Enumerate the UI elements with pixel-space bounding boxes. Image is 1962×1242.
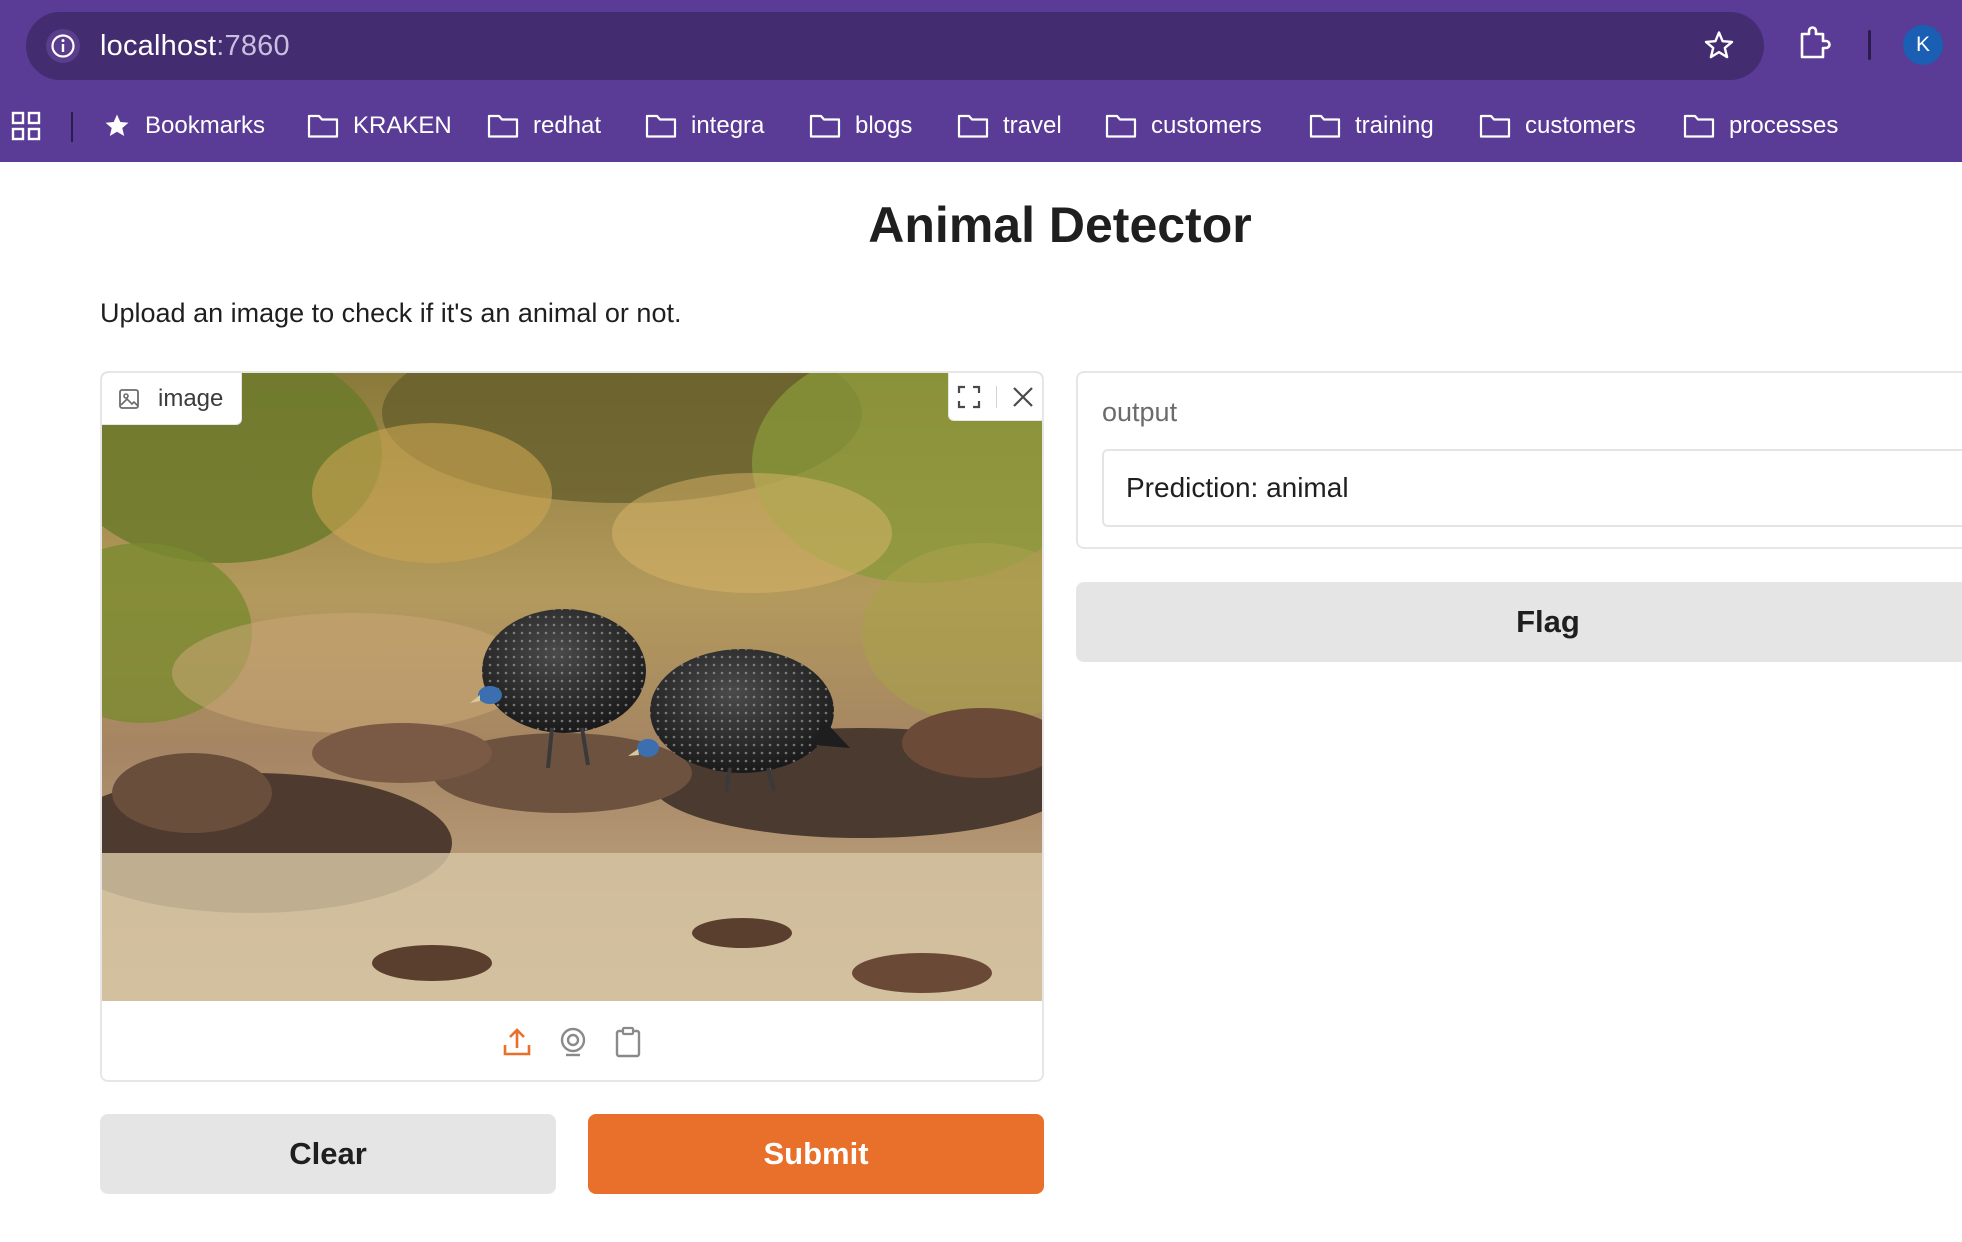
folder-icon [1309, 114, 1341, 138]
bookmark-folder-processes[interactable]: processes [1683, 100, 1838, 152]
folder-icon [809, 114, 841, 138]
bookmark-folder-travel[interactable]: travel [957, 100, 1062, 152]
url-port: :7860 [216, 30, 290, 62]
image-input-label: image [102, 373, 243, 425]
bookmark-folder-blogs[interactable]: blogs [809, 100, 912, 152]
bookmark-folder-kraken[interactable]: KRAKEN [307, 100, 452, 152]
bookmarks-bar: Bookmarks KRAKEN redhat integra blogs tr… [0, 100, 1962, 152]
page-description: Upload an image to check if it's an anim… [100, 298, 682, 328]
toolbar-divider [1868, 30, 1871, 60]
folder-icon [1683, 114, 1715, 138]
folder-icon [1479, 114, 1511, 138]
close-icon[interactable] [1011, 385, 1035, 409]
bookmark-bookmarks[interactable]: Bookmarks [103, 100, 265, 152]
bookmark-folder-training[interactable]: training [1309, 100, 1434, 152]
extensions-icon[interactable] [1796, 24, 1836, 64]
clear-button[interactable]: Clear [100, 1114, 556, 1194]
output-panel: output Prediction: animal [1076, 371, 1962, 549]
bookmark-folder-customers[interactable]: customers [1105, 100, 1262, 152]
bookmark-label: training [1355, 112, 1434, 139]
image-icon [119, 388, 139, 409]
toolbar-divider [996, 385, 997, 408]
bookmark-label: integra [691, 112, 765, 139]
bookmark-folder-integra[interactable]: integra [645, 100, 764, 152]
bookmark-label: processes [1729, 112, 1839, 139]
uploaded-image [102, 373, 1042, 1001]
bookmark-star-icon[interactable] [1702, 29, 1736, 63]
image-source-bar [102, 1001, 1042, 1080]
page-title: Animal Detector [868, 197, 1252, 253]
bookmark-label: customers [1525, 112, 1636, 139]
bookmark-label: Bookmarks [145, 112, 266, 139]
browser-chrome: localhost:7860 K Bookmarks KRAKEN redhat… [0, 0, 1962, 162]
folder-icon [1105, 114, 1137, 138]
image-input-panel: image [100, 371, 1044, 1082]
folder-icon [957, 114, 989, 138]
folder-icon [487, 114, 519, 138]
bookmarks-divider [71, 112, 73, 142]
flag-button[interactable]: Flag [1076, 582, 1962, 662]
address-bar[interactable]: localhost:7860 [26, 12, 1764, 80]
folder-icon [645, 114, 677, 138]
bookmark-label: customers [1151, 112, 1262, 139]
clipboard-icon[interactable] [614, 1026, 642, 1058]
upload-icon[interactable] [502, 1026, 532, 1058]
folder-icon [307, 114, 339, 138]
site-info-icon[interactable] [46, 29, 80, 63]
submit-button[interactable]: Submit [588, 1114, 1044, 1194]
bookmark-folder-customers-2[interactable]: customers [1479, 100, 1636, 152]
bookmark-label: blogs [855, 112, 913, 139]
fullscreen-icon[interactable] [956, 384, 982, 410]
image-toolbar [948, 373, 1042, 421]
output-label: output [1102, 397, 1178, 427]
star-icon [105, 114, 129, 136]
bookmark-label: travel [1003, 112, 1062, 139]
webcam-icon[interactable] [558, 1026, 588, 1058]
bookmark-label: KRAKEN [353, 112, 452, 139]
apps-grid-icon[interactable] [10, 110, 42, 142]
profile-avatar[interactable]: K [1903, 25, 1943, 65]
url-text[interactable]: localhost:7860 [100, 12, 290, 80]
bookmark-label: redhat [533, 112, 602, 139]
url-host: localhost [100, 30, 217, 62]
output-textbox[interactable]: Prediction: animal [1102, 449, 1962, 527]
bookmark-folder-redhat[interactable]: redhat [487, 100, 601, 152]
image-label-text: image [158, 384, 224, 412]
